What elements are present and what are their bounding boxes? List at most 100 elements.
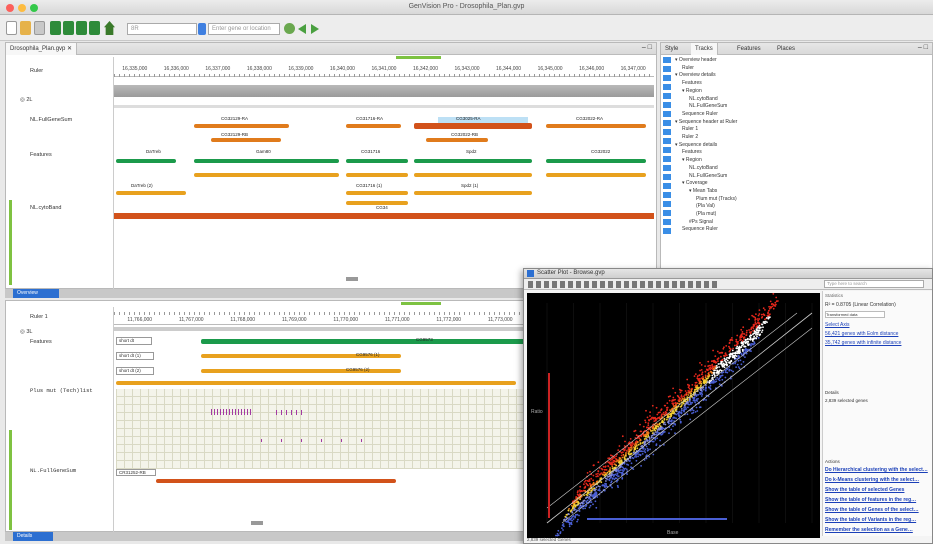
- stats-link[interactable]: Select Axis: [825, 322, 930, 328]
- tree-item[interactable]: Ruler 1: [675, 126, 925, 134]
- feature-model[interactable]: [546, 173, 646, 177]
- back-arrow-icon[interactable]: [298, 24, 306, 34]
- tree-item[interactable]: (Pla mut): [675, 211, 925, 219]
- go-icon[interactable]: [284, 23, 295, 34]
- tree-item[interactable]: NL.cytoBand: [675, 96, 925, 104]
- tree-item[interactable]: ▾ Region: [675, 88, 925, 96]
- tree-item[interactable]: NL.FullGeneSum: [675, 103, 925, 111]
- scatter-point: [582, 507, 584, 510]
- tree-item[interactable]: Sequence Ruler: [675, 226, 925, 234]
- tree-item[interactable]: ▾ Mean Tabs: [675, 188, 925, 196]
- tree-item[interactable]: Ruler 2: [675, 134, 925, 142]
- track-add-icon[interactable]: [50, 21, 61, 35]
- tab-drosophila[interactable]: Drosophila_Plan.gvp ✕: [6, 43, 78, 55]
- overview-status-tab[interactable]: Overview: [13, 289, 59, 298]
- feature-model[interactable]: [414, 159, 532, 163]
- stats-link[interactable]: 56,421 genes with Eolm distance: [825, 331, 930, 337]
- feature-model[interactable]: [116, 381, 516, 385]
- cytoband-bar[interactable]: [114, 213, 654, 219]
- feature-model[interactable]: [414, 191, 532, 195]
- tree-item[interactable]: #Ps Signal: [675, 219, 925, 227]
- feature-row-label[interactable]: short dt: [116, 337, 152, 345]
- tree-item[interactable]: NL.cytoBand: [675, 165, 925, 173]
- new-file-icon[interactable]: [6, 21, 17, 35]
- chevron-down-icon[interactable]: [198, 23, 206, 35]
- track-remove-icon[interactable]: [63, 21, 74, 35]
- tree-item[interactable]: ▾ Overview header: [675, 57, 925, 65]
- scatter-search-input[interactable]: Type here to search: [824, 280, 924, 288]
- tree-item[interactable]: Sequence Ruler: [675, 111, 925, 119]
- tree-item[interactable]: ▾ Sequence header at Ruler: [675, 119, 925, 127]
- cds-model[interactable]: [156, 479, 396, 483]
- feature-row-label[interactable]: short dt (2): [116, 367, 154, 375]
- feature-model[interactable]: [346, 173, 408, 177]
- window-controls-icon[interactable]: – □: [918, 44, 928, 51]
- chrom-label: ◎ 3L: [20, 329, 33, 335]
- action-link[interactable]: Do Hierarchical clustering with the sele…: [825, 467, 930, 473]
- coverage-plot[interactable]: [116, 389, 526, 469]
- feature-model[interactable]: [414, 173, 532, 177]
- track-visibility-icons[interactable]: [663, 57, 671, 237]
- feature-model[interactable]: [194, 173, 339, 177]
- feature-row-label[interactable]: short dt (1): [116, 352, 154, 360]
- gene-model[interactable]: [346, 124, 401, 128]
- scatter-point: [726, 359, 729, 362]
- scatter-point: [705, 399, 707, 401]
- gene-model[interactable]: [426, 138, 488, 142]
- feature-model[interactable]: [116, 191, 186, 195]
- scatter-point: [680, 408, 683, 410]
- feature-model[interactable]: [546, 159, 646, 163]
- tab-places[interactable]: Places: [773, 43, 799, 55]
- tab-style[interactable]: Style: [661, 43, 682, 55]
- feature-model[interactable]: [116, 159, 176, 163]
- forward-arrow-icon[interactable]: [311, 24, 319, 34]
- tree-item[interactable]: Plum mut (Tracks): [675, 196, 925, 204]
- feature-model[interactable]: [346, 159, 408, 163]
- gene-model[interactable]: [546, 124, 646, 128]
- action-link[interactable]: Remember the selection as a Gene…: [825, 527, 930, 533]
- resize-handle[interactable]: [346, 277, 358, 281]
- feature-model[interactable]: [201, 369, 401, 373]
- cds-row-label[interactable]: CR31252-RB: [116, 469, 156, 476]
- tree-item[interactable]: Ruler: [675, 65, 925, 73]
- open-folder-icon[interactable]: [20, 21, 31, 35]
- detail-status-tab[interactable]: Details: [13, 532, 53, 541]
- action-link[interactable]: Show the table of Genes of the select…: [825, 507, 930, 513]
- tab-features[interactable]: Features: [733, 43, 765, 55]
- stats-link[interactable]: 35,742 genes with infinite distance: [825, 340, 930, 346]
- tree-item[interactable]: ▾ Coverage: [675, 180, 925, 188]
- home-icon[interactable]: [104, 21, 115, 35]
- track-up-icon[interactable]: [76, 21, 87, 35]
- tree-item[interactable]: ▾ Sequence details: [675, 142, 925, 150]
- tab-tracks[interactable]: Tracks: [691, 43, 718, 55]
- transform-select[interactable]: Transformed data: [825, 311, 885, 318]
- tree-item[interactable]: ▾ Region: [675, 157, 925, 165]
- tree-item[interactable]: Features: [675, 149, 925, 157]
- gene-model[interactable]: [211, 138, 281, 142]
- scatter-point: [571, 515, 574, 518]
- feature-model[interactable]: [194, 159, 339, 163]
- feature-model[interactable]: [201, 339, 526, 344]
- action-link[interactable]: Do k-Means clustering with the select…: [825, 477, 930, 483]
- gene-model[interactable]: [194, 124, 289, 128]
- resize-handle[interactable]: [251, 521, 263, 525]
- action-link[interactable]: Show the table of selected Genes: [825, 487, 930, 493]
- save-icon[interactable]: [34, 21, 45, 35]
- tree-item[interactable]: Features: [675, 80, 925, 88]
- scroll-indicator[interactable]: [396, 56, 441, 59]
- tree-item[interactable]: NL.FullGeneSum: [675, 173, 925, 181]
- scatter-plot-area[interactable]: Base Ratio: [527, 289, 820, 544]
- action-link[interactable]: Show the table of features in the reg…: [825, 497, 930, 503]
- tree-item[interactable]: (Pla Val): [675, 203, 925, 211]
- action-link[interactable]: Show the table of Variants in the reg…: [825, 517, 930, 523]
- scatter-toolbar-icons[interactable]: [528, 281, 718, 288]
- track-down-icon[interactable]: [89, 21, 100, 35]
- gene-model[interactable]: [414, 123, 532, 129]
- chromosome-select[interactable]: 8R: [127, 23, 197, 35]
- feature-model[interactable]: [346, 191, 408, 195]
- tree-item[interactable]: ▾ Overview details: [675, 72, 925, 80]
- track-tree: ▾ Overview header Ruler ▾ Overview details…: [675, 57, 925, 234]
- scroll-indicator[interactable]: [401, 302, 441, 305]
- gene-search-input[interactable]: Enter gene or location: [208, 23, 280, 35]
- window-controls-icon[interactable]: – □: [642, 44, 652, 51]
